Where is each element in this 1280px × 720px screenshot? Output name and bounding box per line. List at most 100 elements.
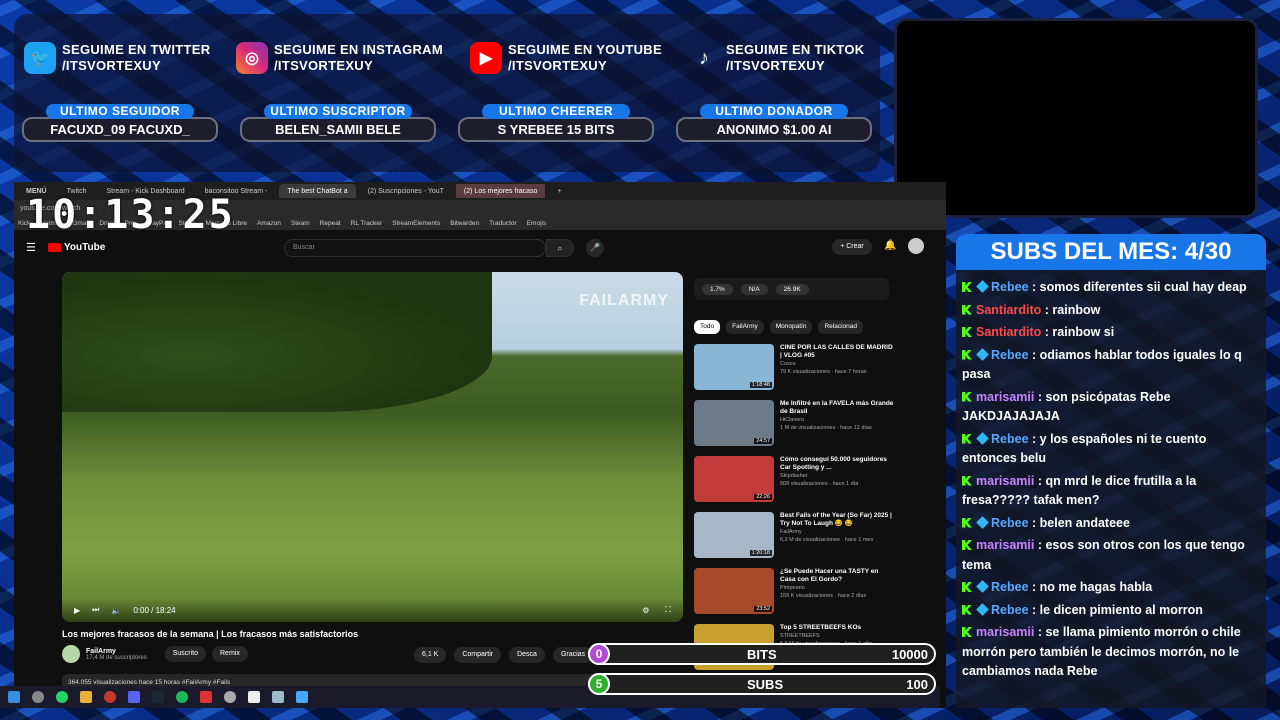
recommended-channel: HiClavero: [780, 417, 805, 423]
chat-message: Rebee : belen andateee: [962, 514, 1260, 534]
chat-username: marisamii: [976, 625, 1035, 639]
fullscreen-icon[interactable]: ⛶: [665, 605, 671, 615]
bits-goal-label: BITS: [747, 647, 777, 662]
search-icon[interactable]: ⌕: [546, 239, 574, 257]
recommended-video[interactable]: 22:26 Cómo conseguí 50.000 seguidores Car…: [694, 456, 894, 508]
bell-icon[interactable]: 🔔: [884, 240, 896, 251]
video-thumbnail[interactable]: 22:26: [694, 456, 774, 502]
steam-icon[interactable]: [152, 691, 164, 703]
whatsapp-icon[interactable]: [56, 691, 68, 703]
stat-label: ULTIMO CHEERER: [482, 104, 630, 119]
video-thumbnail[interactable]: 1:18:48: [694, 344, 774, 390]
windows-start-icon[interactable]: [8, 691, 20, 703]
download-button[interactable]: Desca: [509, 647, 545, 663]
remix-button[interactable]: Remix: [212, 646, 248, 662]
app-icon[interactable]: [296, 691, 308, 703]
discord-icon[interactable]: [128, 691, 140, 703]
subscribed-button[interactable]: Suscrito: [164, 646, 206, 662]
recommendations-list: 1:18:48 CINE POR LAS CALLES DE MADRID | V…: [694, 344, 894, 680]
new-tab-button[interactable]: +: [549, 184, 569, 198]
share-button[interactable]: Compartir: [454, 647, 502, 663]
play-icon[interactable]: ▶: [74, 606, 80, 615]
channel-name[interactable]: FailArmy: [86, 648, 147, 655]
avatar[interactable]: [908, 238, 924, 254]
recommended-title[interactable]: Best Fails of the Year (So Far) 2025 | T…: [780, 512, 894, 528]
recommended-video[interactable]: 1:20:18 Best Fails of the Year (So Far) 2…: [694, 512, 894, 564]
recommended-channel: FailArmy: [780, 529, 802, 535]
tab-fails-video[interactable]: (2) Los mejores fracaso: [455, 184, 546, 198]
filter-chips: Todo FailArmy Monopatín Relacionad: [694, 320, 863, 334]
app-icon[interactable]: [272, 691, 284, 703]
chip-skateboard[interactable]: Monopatín: [769, 320, 813, 334]
bookmark[interactable]: Traductor: [489, 220, 517, 227]
kick-icon: [962, 517, 972, 528]
stream-clock: 10:13:25: [26, 192, 235, 238]
subs-goal-circle: 5: [588, 673, 610, 695]
bookmark[interactable]: Steam: [291, 220, 310, 227]
webcam-frame: [894, 18, 1258, 218]
video-actions: 6,1 K Compartir Desca Gracias: [414, 647, 594, 663]
create-button[interactable]: + Crear: [832, 239, 872, 255]
channel-avatar[interactable]: [62, 645, 80, 663]
chip-all[interactable]: Todo: [694, 320, 721, 334]
obs-icon[interactable]: [104, 691, 116, 703]
bookmark[interactable]: Repeat: [320, 220, 341, 227]
social-twitter: 🐦 SEGUIME EN TWITTER/ITSVORTEXUY: [24, 42, 210, 74]
app-icon[interactable]: [248, 691, 260, 703]
folder-icon[interactable]: [80, 691, 92, 703]
subs-of-month-title: SUBS DEL MES: 4/30: [956, 234, 1266, 270]
next-icon[interactable]: ⏭: [92, 605, 99, 615]
video-thumbnail[interactable]: 24:57: [694, 400, 774, 446]
recommended-meta: 6,2 M de visualizaciones · hace 1 mes: [780, 537, 874, 543]
bookmark[interactable]: RL Tracker: [351, 220, 383, 227]
bookmark[interactable]: Bitwarden: [450, 220, 479, 227]
recommended-video[interactable]: 1:18:48 CINE POR LAS CALLES DE MADRID | V…: [694, 344, 894, 396]
recommended-title[interactable]: ¿Se Puede Hacer una TASTY en Casa con El…: [780, 568, 894, 584]
chip-related[interactable]: Relacionad: [818, 320, 863, 334]
video-title: Los mejores fracasos de la semana | Los …: [62, 629, 359, 639]
social-line2: /ITSVORTEXUY: [508, 58, 607, 73]
chrome-icon[interactable]: [224, 691, 236, 703]
tab-chatbot[interactable]: The best ChatBot a: [279, 184, 356, 198]
last-subscriber: BELEN_SAMII BELE ULTIMO SUSCRIPTOR: [240, 104, 436, 142]
bookmark[interactable]: Emojis: [527, 220, 547, 227]
chat-username: Rebee: [991, 347, 1029, 362]
recommended-title[interactable]: Cómo conseguí 50.000 seguidores Car Spot…: [780, 456, 894, 472]
like-button[interactable]: 6,1 K: [414, 647, 447, 663]
social-line1: SEGUIME EN TWITTER: [62, 42, 211, 57]
recommended-video[interactable]: 24:57 Me Infiltré en la FAVELA más Grande…: [694, 400, 894, 452]
recommended-video[interactable]: 23:52 ¿Se Puede Hacer una TASTY en Casa c…: [694, 568, 894, 620]
volume-icon[interactable]: 🔈: [111, 606, 121, 615]
kick-icon: [962, 475, 972, 486]
bookmark[interactable]: Amazon: [257, 220, 281, 227]
youtube-logo[interactable]: YouTube: [48, 242, 105, 253]
instagram-icon: ◎: [236, 42, 268, 74]
video-player[interactable]: FAILARMY ▶ ⏭ 🔈 0:00 / 18:24 ⚙ ⛶: [62, 272, 683, 622]
chat-panel: Rebee : somos diferentes sii cual hay de…: [956, 270, 1266, 708]
bookmark[interactable]: StreamElements: [392, 220, 440, 227]
social-youtube: ▶ SEGUIME EN YOUTUBE/ITSVORTEXUY: [470, 42, 662, 74]
settings-icon[interactable]: ⚙: [642, 606, 649, 615]
chip-failarmy[interactable]: FailArmy: [726, 320, 764, 334]
search-input[interactable]: Buscar: [284, 239, 546, 257]
subs-goal-value: 100: [906, 677, 928, 692]
social-line2: /ITSVORTEXUY: [274, 58, 373, 73]
tab-subscriptions[interactable]: (2) Suscripciones - YouT: [360, 184, 452, 198]
recommended-title[interactable]: Top 5 STREETBEEFS KOs: [780, 624, 872, 632]
chat-message: marisamii : qn mrd le dice frutilla a la…: [962, 473, 1197, 507]
video-thumbnail[interactable]: 1:20:18: [694, 512, 774, 558]
recommended-title[interactable]: CINE POR LAS CALLES DE MADRID | VLOG #05: [780, 344, 894, 360]
social-line2: /ITSVORTEXUY: [726, 58, 825, 73]
hamburger-menu-icon[interactable]: ☰: [26, 241, 36, 254]
spotify-icon[interactable]: [176, 691, 188, 703]
kick-icon: [962, 391, 972, 402]
microphone-icon[interactable]: 🎤: [586, 239, 604, 257]
subscriber-badge-icon: [976, 580, 989, 593]
recommended-title[interactable]: Me Infiltré en la FAVELA más Grande de B…: [780, 400, 894, 416]
video-thumbnail[interactable]: 23:52: [694, 568, 774, 614]
app-icon[interactable]: [200, 691, 212, 703]
thanks-button[interactable]: Gracias: [552, 647, 594, 663]
search-taskbar-icon[interactable]: [32, 691, 44, 703]
subscriber-badge-icon: [976, 347, 989, 361]
stat-value: FACUXD_09 FACUXD_: [22, 117, 218, 142]
